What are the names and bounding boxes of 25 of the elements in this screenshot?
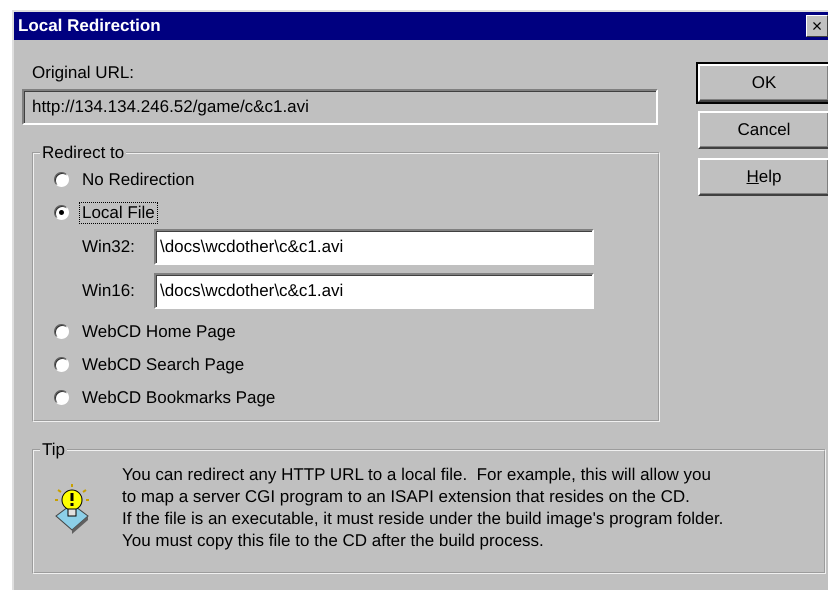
radio-label: Local File — [79, 202, 158, 224]
field-label: Original URL: — [32, 63, 136, 84]
group-label: Tip — [41, 440, 66, 460]
radio-button[interactable] — [54, 172, 69, 187]
radio-label: No Redirection — [81, 168, 196, 190]
radio-label: WebCD Search Page — [81, 354, 246, 376]
window-title: Local Redirection — [18, 16, 161, 36]
radio-button[interactable] — [54, 324, 69, 339]
radio-label: WebCD Bookmarks Page — [81, 386, 276, 408]
dialog-button[interactable]: Cancel — [698, 111, 828, 149]
dialog-button[interactable]: Help — [698, 158, 828, 196]
radio-button[interactable] — [54, 357, 69, 372]
radio-label: WebCD Home Page — [81, 320, 237, 342]
lightbulb-icon — [52, 482, 92, 534]
path-field[interactable]: \docs\wcdother\c&c1.avi — [154, 273, 594, 309]
radio-button[interactable] — [54, 390, 69, 405]
group-label: Redirect to — [41, 143, 126, 163]
dialog-button[interactable]: OK — [698, 64, 828, 102]
field-label: Win32: — [82, 237, 136, 257]
radio-button[interactable] — [54, 205, 69, 220]
close-button[interactable]: × — [806, 15, 828, 37]
url-field[interactable]: http://134.134.246.52/game/c&c1.avi — [22, 89, 658, 125]
path-field[interactable]: \docs\wcdother\c&c1.avi — [154, 229, 594, 265]
tip-text: You can redirect any HTTP URL to a local file. For example, this will allow you to map a server CGI program to an ISAPI extension that resides on the CD. If the file is an executable, it must reside under the build image's program folder. You must copy this file to the CD after the build process. — [122, 464, 724, 552]
field-label: Win16: — [82, 281, 136, 301]
